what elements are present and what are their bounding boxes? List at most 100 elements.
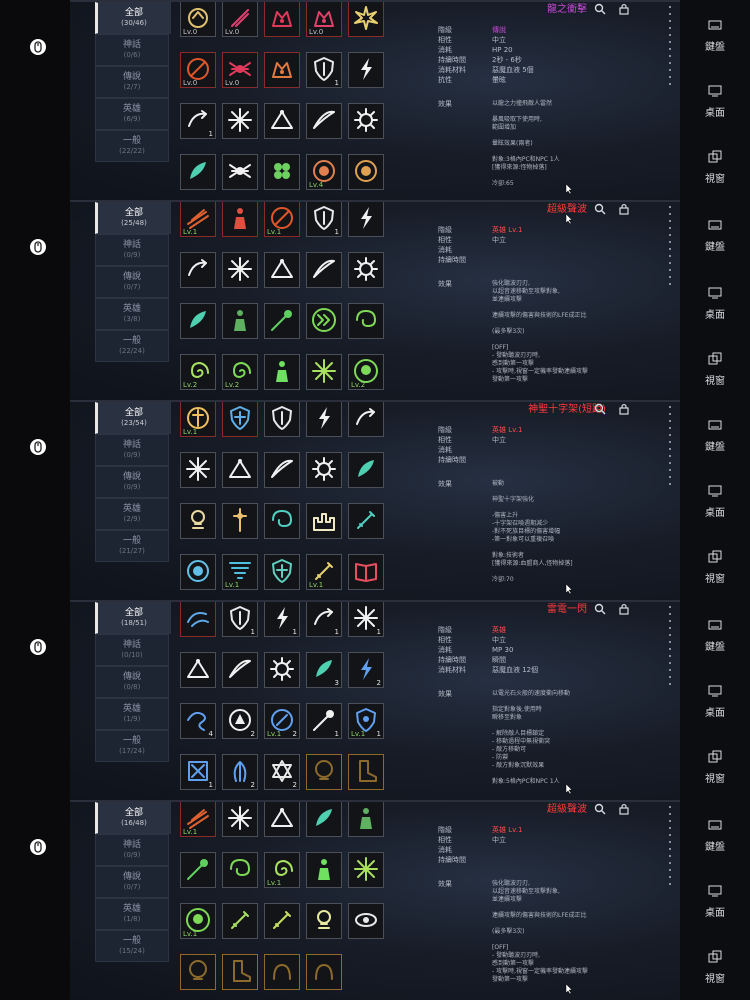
- skill-slot[interactable]: Lv.2: [180, 354, 216, 390]
- skill-slot[interactable]: Lv.0: [306, 1, 342, 37]
- tab-all[interactable]: 全部 (18/51): [95, 602, 171, 634]
- search-icon[interactable]: [594, 200, 606, 215]
- mouse-icon[interactable]: [26, 835, 50, 859]
- skill-slot[interactable]: [222, 201, 258, 237]
- mouse-icon[interactable]: [26, 35, 50, 59]
- skill-slot[interactable]: Lv.1: [180, 903, 216, 939]
- sidebar-button-desktop[interactable]: 桌面: [680, 480, 750, 522]
- sidebar-button-desktop[interactable]: 桌面: [680, 680, 750, 722]
- skill-slot[interactable]: [180, 252, 216, 288]
- skill-slot[interactable]: [222, 801, 258, 837]
- skill-slot[interactable]: [222, 252, 258, 288]
- skill-slot[interactable]: [306, 754, 342, 790]
- skill-slot[interactable]: 2: [222, 703, 258, 739]
- skill-slot[interactable]: [180, 303, 216, 339]
- tab-normal[interactable]: 一般 (21/27): [95, 530, 169, 562]
- skill-slot[interactable]: [306, 103, 342, 139]
- skill-slot[interactable]: [348, 201, 384, 237]
- skill-slot[interactable]: [306, 954, 342, 990]
- skill-slot[interactable]: Lv.0: [222, 52, 258, 88]
- skill-slot[interactable]: [222, 303, 258, 339]
- skill-slot[interactable]: 1: [306, 52, 342, 88]
- skill-slot[interactable]: [264, 52, 300, 88]
- skill-slot[interactable]: [348, 452, 384, 488]
- sidebar-button-windows[interactable]: 視窗: [680, 146, 750, 188]
- skill-slot[interactable]: Lv.4: [306, 154, 342, 190]
- search-icon[interactable]: [594, 400, 606, 415]
- skill-slot[interactable]: [264, 252, 300, 288]
- tab-normal[interactable]: 一般 (17/24): [95, 730, 169, 762]
- skill-slot[interactable]: [264, 303, 300, 339]
- skill-slot[interactable]: Lv.0: [180, 52, 216, 88]
- skill-slot[interactable]: 1: [306, 201, 342, 237]
- skill-slot[interactable]: [306, 303, 342, 339]
- skill-slot[interactable]: [348, 554, 384, 590]
- sidebar-button-keyboard[interactable]: 鍵盤: [680, 14, 750, 56]
- skill-slot[interactable]: Lv.1: [180, 401, 216, 437]
- skill-slot[interactable]: [180, 652, 216, 688]
- tab-normal[interactable]: 一般 (22/24): [95, 330, 169, 362]
- skill-slot[interactable]: 3: [306, 652, 342, 688]
- skill-slot[interactable]: 2: [222, 754, 258, 790]
- skill-slot[interactable]: [264, 103, 300, 139]
- tab-hero[interactable]: 英雄 (1/9): [95, 698, 169, 730]
- tab-all[interactable]: 全部 (16/48): [95, 802, 171, 834]
- skill-slot[interactable]: Lv.2: [348, 354, 384, 390]
- tab-mythic[interactable]: 神話 (0/9): [95, 234, 169, 266]
- sidebar-button-desktop[interactable]: 桌面: [680, 880, 750, 922]
- skill-slot[interactable]: Lv.1: [222, 554, 258, 590]
- skill-slot[interactable]: [264, 801, 300, 837]
- skill-slot[interactable]: Lv.0: [180, 1, 216, 37]
- skill-slot[interactable]: Lv.1: [180, 801, 216, 837]
- skill-slot[interactable]: Lv.2: [222, 354, 258, 390]
- skill-slot[interactable]: [306, 903, 342, 939]
- skill-slot[interactable]: [348, 303, 384, 339]
- skill-slot[interactable]: [348, 103, 384, 139]
- search-icon[interactable]: [594, 800, 606, 815]
- skill-slot[interactable]: [222, 652, 258, 688]
- skill-slot[interactable]: [180, 954, 216, 990]
- tab-mythic[interactable]: 神話 (0/9): [95, 834, 169, 866]
- skill-slot[interactable]: [222, 503, 258, 539]
- skill-slot[interactable]: [306, 452, 342, 488]
- skill-slot[interactable]: 1: [180, 754, 216, 790]
- tab-hero[interactable]: 英雄 (2/9): [95, 498, 169, 530]
- skill-slot[interactable]: [306, 354, 342, 390]
- skill-slot[interactable]: 1: [306, 703, 342, 739]
- tab-normal[interactable]: 一般 (22/22): [95, 130, 169, 162]
- lock-icon[interactable]: [618, 600, 630, 615]
- skill-slot[interactable]: Lv.1 2: [264, 703, 300, 739]
- tab-hero[interactable]: 英雄 (6/9): [95, 98, 169, 130]
- skill-slot[interactable]: [348, 252, 384, 288]
- sidebar-button-keyboard[interactable]: 鍵盤: [680, 214, 750, 256]
- sidebar-button-windows[interactable]: 視窗: [680, 746, 750, 788]
- skill-slot[interactable]: [264, 503, 300, 539]
- skill-slot[interactable]: Lv.1 1: [348, 703, 384, 739]
- skill-slot[interactable]: [264, 554, 300, 590]
- skill-slot[interactable]: [348, 801, 384, 837]
- skill-slot[interactable]: [348, 401, 384, 437]
- skill-slot[interactable]: Lv.1: [264, 852, 300, 888]
- sidebar-button-keyboard[interactable]: 鍵盤: [680, 814, 750, 856]
- tab-hero[interactable]: 英雄 (3/8): [95, 298, 169, 330]
- skill-slot[interactable]: [180, 452, 216, 488]
- skill-slot[interactable]: [222, 852, 258, 888]
- skill-slot[interactable]: 2: [348, 652, 384, 688]
- tab-legend[interactable]: 傳說 (0/8): [95, 666, 169, 698]
- skill-slot[interactable]: [348, 903, 384, 939]
- skill-slot[interactable]: 1: [348, 601, 384, 637]
- skill-slot[interactable]: Lv.1: [306, 554, 342, 590]
- sidebar-button-desktop[interactable]: 桌面: [680, 282, 750, 324]
- skill-slot[interactable]: [222, 401, 258, 437]
- sidebar-button-windows[interactable]: 視窗: [680, 348, 750, 390]
- skill-slot[interactable]: 2: [264, 754, 300, 790]
- skill-slot[interactable]: [306, 503, 342, 539]
- tab-mythic[interactable]: 神話 (0/10): [95, 634, 169, 666]
- tab-all[interactable]: 全部 (30/46): [95, 2, 171, 34]
- skill-slot[interactable]: [222, 954, 258, 990]
- skill-slot[interactable]: Lv.1: [264, 201, 300, 237]
- skill-slot[interactable]: [348, 852, 384, 888]
- tab-all[interactable]: 全部 (23/54): [95, 402, 171, 434]
- skill-slot[interactable]: [264, 401, 300, 437]
- skill-slot[interactable]: [264, 154, 300, 190]
